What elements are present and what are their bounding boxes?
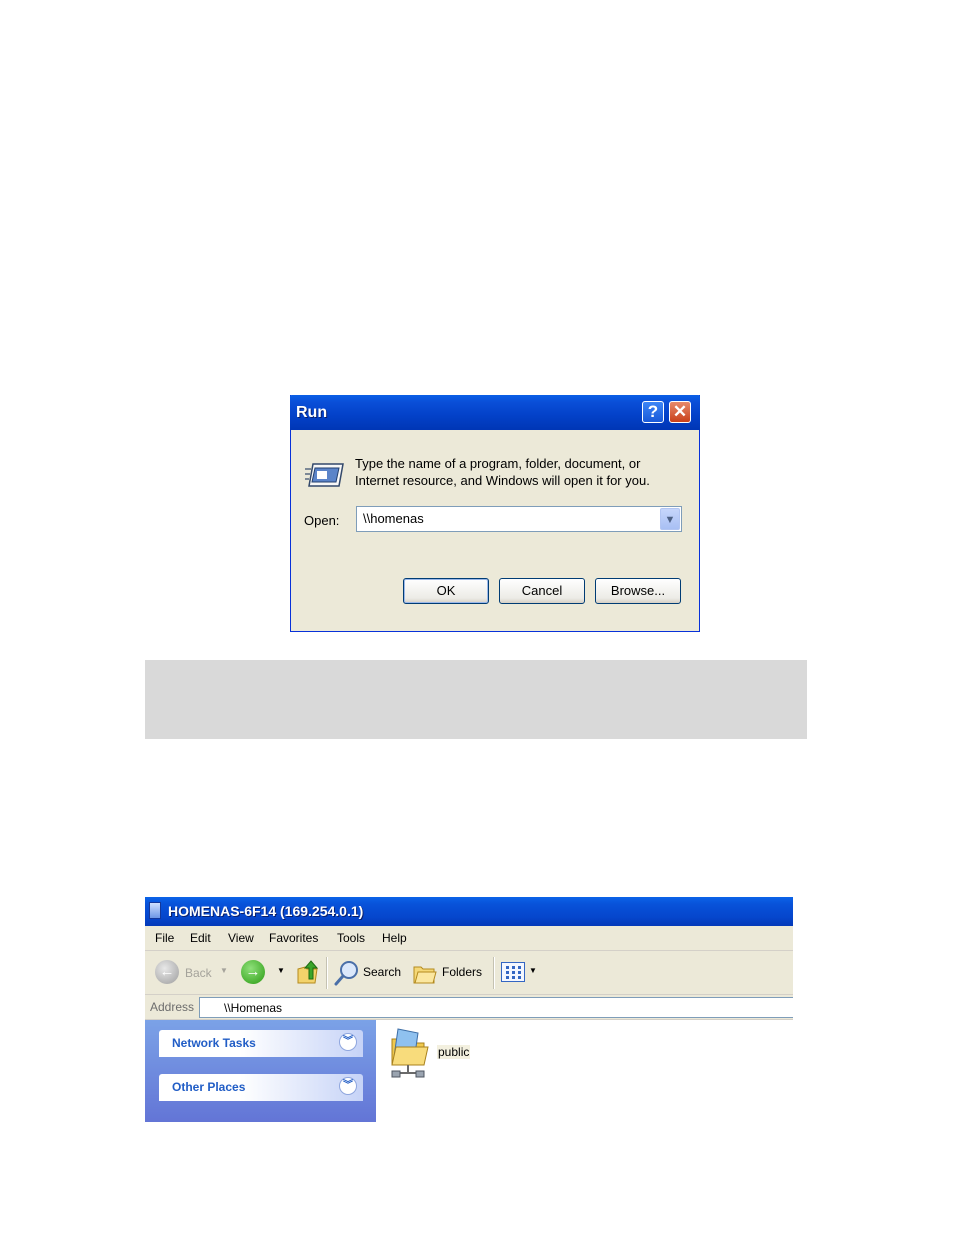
run-description: Type the name of a program, folder, docu… — [355, 456, 650, 488]
chevron-down-icon[interactable]: ︾ — [339, 1077, 357, 1095]
menu-view[interactable]: View — [228, 931, 254, 945]
search-icon[interactable] — [333, 959, 361, 987]
chevron-down-icon[interactable]: ︾ — [339, 1033, 357, 1051]
gray-band — [145, 660, 807, 739]
forward-arrow-icon[interactable]: → — [241, 960, 265, 984]
explorer-title: HOMENAS-6F14 (169.254.0.1) — [168, 903, 364, 919]
grid-icon — [506, 966, 521, 979]
open-label: Open: — [304, 513, 340, 528]
address-bar: Address \\Homenas — [145, 995, 793, 1020]
address-input[interactable]: \\Homenas — [199, 997, 793, 1018]
toolbar: ← Back ▼ → ▼ Search Folders ▼ — [145, 951, 793, 995]
shared-folder-icon[interactable] — [388, 1025, 432, 1081]
forward-dropdown-icon[interactable]: ▼ — [277, 966, 285, 975]
menu-tools[interactable]: Tools — [337, 931, 365, 945]
menu-favorites[interactable]: Favorites — [269, 931, 318, 945]
back-button-label[interactable]: Back — [185, 966, 212, 980]
help-icon: ? — [647, 402, 659, 421]
toolbar-separator — [493, 957, 495, 989]
up-folder-icon[interactable] — [295, 959, 321, 985]
toolbar-separator — [326, 957, 328, 989]
close-icon: ✕ — [672, 402, 688, 421]
task-pane: Network Tasks ︾ Other Places ︾ — [145, 1020, 376, 1122]
explorer-window: HOMENAS-6F14 (169.254.0.1) File Edit Vie… — [145, 897, 793, 1122]
address-value[interactable]: \\Homenas — [224, 1001, 282, 1015]
folders-button-label[interactable]: Folders — [442, 965, 482, 979]
menu-file[interactable]: File — [155, 931, 174, 945]
computer-icon — [149, 902, 161, 919]
task-group-other-places[interactable]: Other Places ︾ — [159, 1074, 363, 1101]
search-button-label[interactable]: Search — [363, 965, 401, 979]
folders-icon[interactable] — [412, 961, 438, 985]
views-icon[interactable] — [501, 962, 525, 982]
ok-button[interactable]: OK — [403, 578, 489, 604]
folder-label[interactable]: public — [437, 1045, 471, 1059]
browse-button[interactable]: Browse... — [595, 578, 681, 604]
menubar: File Edit View Favorites Tools Help — [145, 926, 793, 951]
explorer-titlebar[interactable]: HOMENAS-6F14 (169.254.0.1) — [145, 897, 793, 926]
back-dropdown-icon[interactable]: ▼ — [220, 966, 228, 975]
task-group-label[interactable]: Network Tasks — [172, 1036, 256, 1050]
address-label: Address — [150, 1000, 195, 1014]
run-title: Run — [296, 404, 328, 421]
menu-edit[interactable]: Edit — [190, 931, 211, 945]
run-body: Type the name of a program, folder, docu… — [291, 430, 699, 631]
views-dropdown-icon[interactable]: ▼ — [529, 966, 537, 975]
task-group-label[interactable]: Other Places — [172, 1080, 245, 1094]
help-button[interactable]: ? — [642, 401, 664, 423]
task-group-network-tasks[interactable]: Network Tasks ︾ — [159, 1030, 363, 1057]
cancel-button[interactable]: Cancel — [499, 578, 585, 604]
combo-dropdown-button[interactable]: ▼ — [660, 508, 680, 530]
back-arrow-icon[interactable]: ← — [155, 960, 179, 984]
menu-help[interactable]: Help — [382, 931, 407, 945]
chevron-down-icon: ▼ — [664, 514, 676, 526]
close-button[interactable]: ✕ — [669, 401, 691, 423]
run-titlebar[interactable]: Run ? ✕ — [290, 395, 700, 430]
run-dialog: Run ? ✕ Type the name of a program, fold… — [290, 395, 700, 632]
open-input-value[interactable]: \\homenas — [363, 511, 424, 526]
run-program-icon — [305, 463, 344, 487]
open-combobox[interactable]: \\homenas ▼ — [356, 506, 682, 532]
